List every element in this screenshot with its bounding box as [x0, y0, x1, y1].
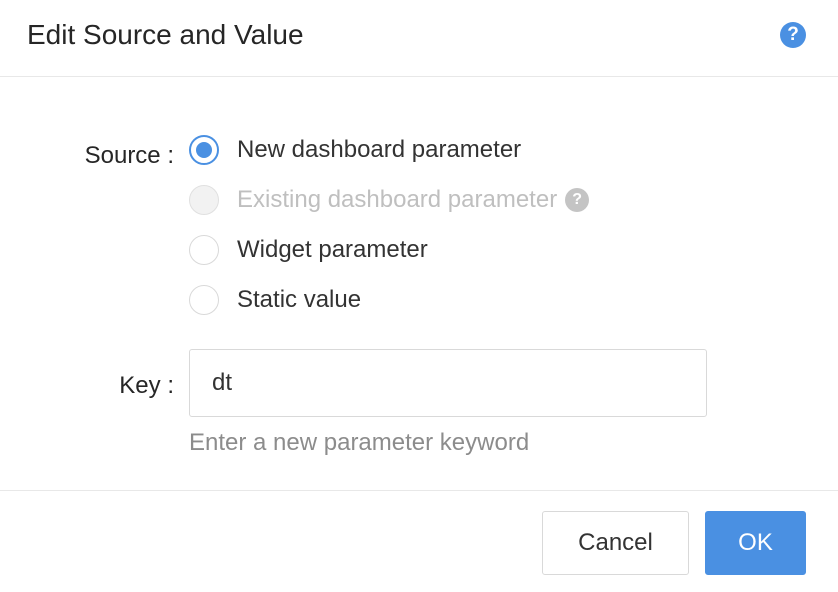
radio-label: Existing dashboard parameter: [237, 186, 558, 213]
radio-label: New dashboard parameter: [237, 136, 522, 163]
source-label: Source :: [84, 142, 174, 169]
ok-button[interactable]: OK: [705, 511, 806, 575]
radio-button-checked[interactable]: [189, 135, 219, 165]
radio-widget-parameter[interactable]: Widget parameter: [189, 234, 428, 266]
key-input[interactable]: [189, 349, 707, 417]
radio-button[interactable]: [189, 235, 219, 265]
dialog-header: Edit Source and Value ?: [0, 0, 838, 77]
radio-button-disabled: [189, 185, 219, 215]
radio-label: Widget parameter: [237, 236, 428, 263]
radio-label: Static value: [237, 286, 362, 313]
key-label: Key :: [119, 372, 174, 399]
radio-static-value[interactable]: Static value: [189, 284, 361, 316]
radio-new-dashboard-parameter[interactable]: New dashboard parameter: [189, 134, 521, 166]
radio-existing-dashboard-parameter: Existing dashboard parameter ?: [189, 184, 590, 216]
dialog-title: Edit Source and Value: [27, 19, 304, 50]
question-circle-icon[interactable]: ?: [780, 22, 806, 48]
key-hint: Enter a new parameter keyword: [189, 429, 530, 456]
radio-button[interactable]: [189, 285, 219, 315]
question-circle-icon[interactable]: ?: [565, 188, 590, 212]
cancel-button[interactable]: Cancel: [542, 511, 689, 575]
footer-divider: [0, 490, 838, 491]
edit-source-dialog: Edit Source and Value ? Source : New das…: [0, 0, 838, 592]
